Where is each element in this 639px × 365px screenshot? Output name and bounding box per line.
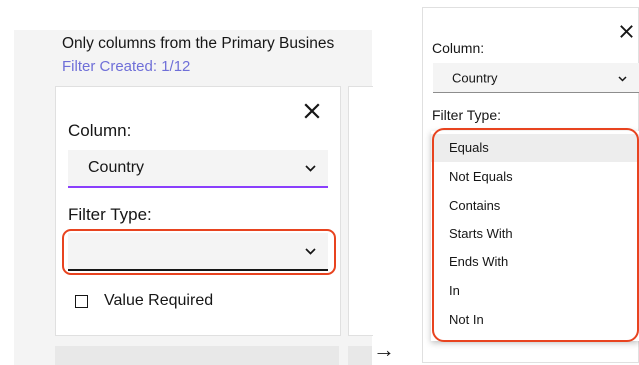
close-icon[interactable] xyxy=(620,25,633,38)
column-select-value: Country xyxy=(88,159,145,176)
column-select[interactable]: Country xyxy=(68,150,328,188)
transition-arrow: → xyxy=(373,337,395,362)
filter-editor-before: Only columns from the Primary Busines Fi… xyxy=(0,0,373,365)
card-footer xyxy=(55,346,339,365)
menu-item-in[interactable]: In xyxy=(431,277,639,305)
close-icon[interactable] xyxy=(304,103,320,119)
menu-item-contains[interactable]: Contains xyxy=(431,192,639,220)
column-select[interactable]: Country xyxy=(433,63,639,93)
column-select-value: Country xyxy=(452,70,498,85)
column-label: Column: xyxy=(68,121,132,140)
menu-item-not-equals[interactable]: Not Equals xyxy=(431,163,639,191)
filter-type-label: Filter Type: xyxy=(432,107,501,123)
checkbox-icon xyxy=(75,295,88,308)
menu-item-equals[interactable]: Equals xyxy=(431,134,639,162)
filter-type-menu: Equals Not Equals Contains Starts With E… xyxy=(431,131,639,341)
filter-card-next xyxy=(348,86,373,336)
chevron-down-icon xyxy=(305,242,316,260)
menu-item-ends-with[interactable]: Ends With xyxy=(431,248,639,276)
filter-type-label: Filter Type: xyxy=(68,205,152,224)
chevron-down-icon xyxy=(305,159,316,177)
column-label: Column: xyxy=(432,40,485,56)
chevron-down-icon xyxy=(618,69,627,87)
card-footer-next xyxy=(348,346,372,365)
filter-type-select[interactable] xyxy=(68,233,328,271)
intro-text: Only columns from the Primary Busines xyxy=(62,35,335,52)
value-required-label: Value Required xyxy=(104,292,214,309)
menu-item-starts-with[interactable]: Starts With xyxy=(431,220,639,248)
menu-item-not-in[interactable]: Not In xyxy=(431,306,639,334)
filter-created-count: Filter Created: 1/12 xyxy=(62,58,191,75)
